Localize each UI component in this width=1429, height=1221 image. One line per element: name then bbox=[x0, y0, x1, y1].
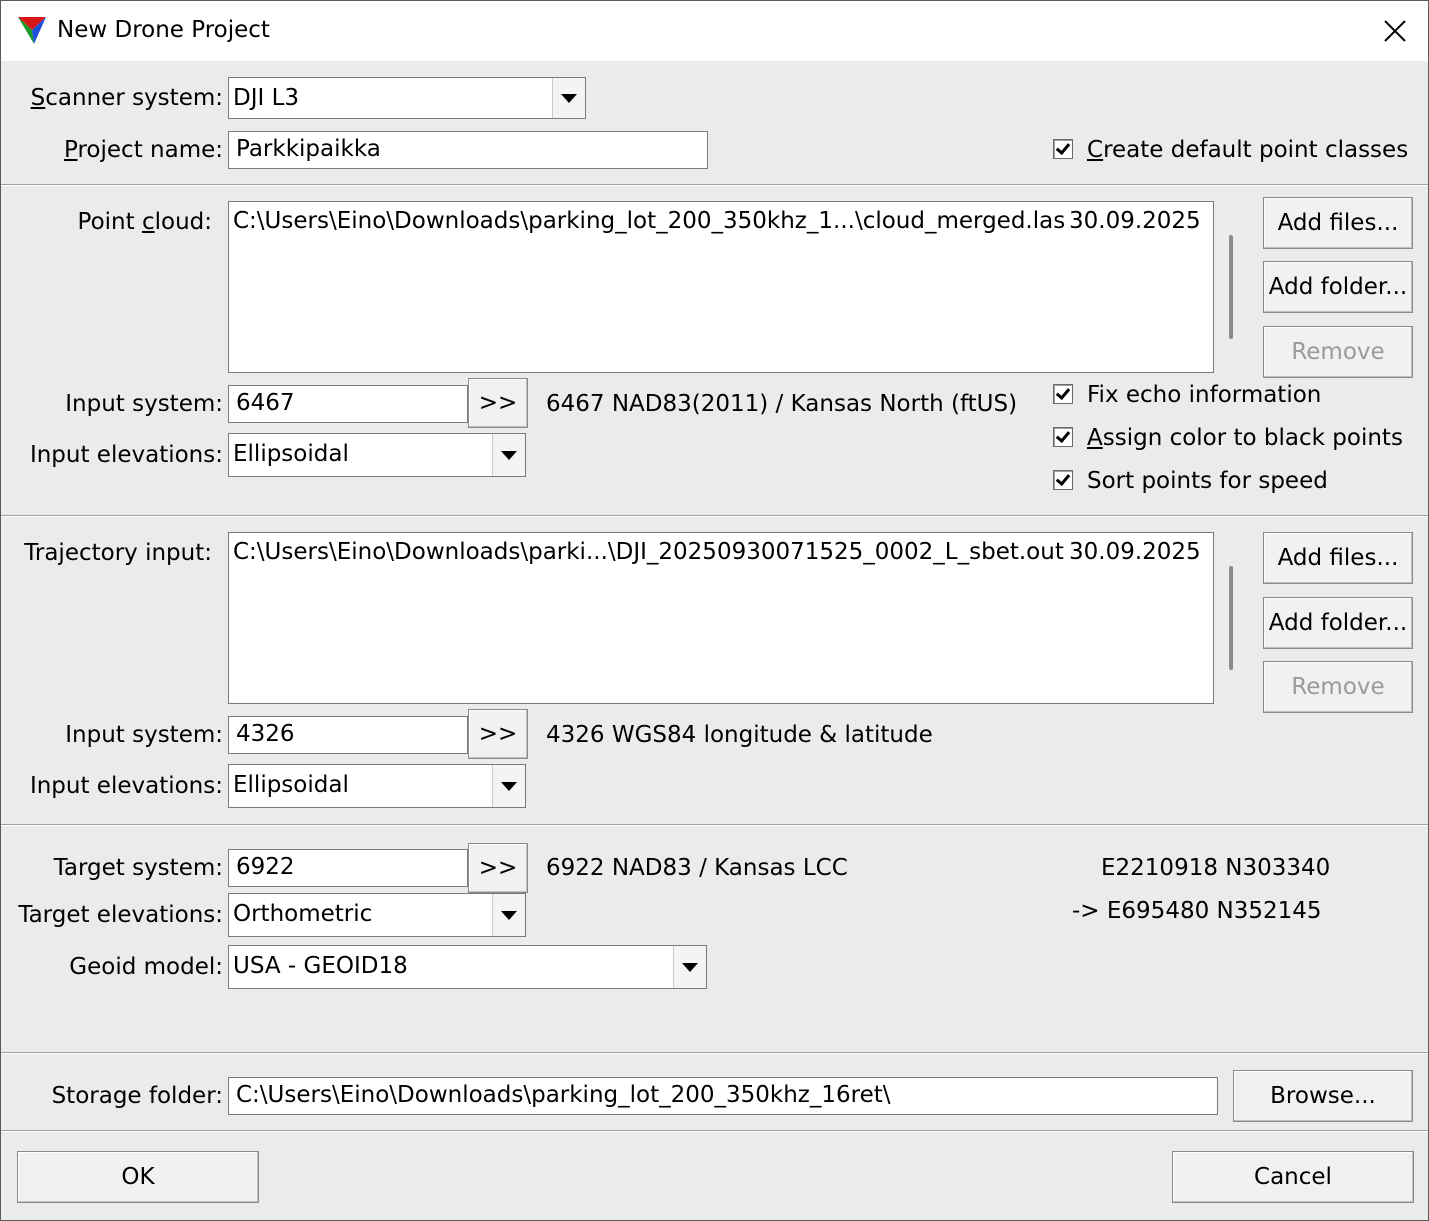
remove-button[interactable]: Remove bbox=[1263, 326, 1413, 378]
input-system-description: 4326 WGS84 longitude & latitude bbox=[546, 722, 933, 748]
input-elevations-label: Input elevations: bbox=[29, 773, 223, 799]
input-system-description: 6467 NAD83(2011) / Kansas North (ftUS) bbox=[546, 391, 1018, 417]
close-icon[interactable] bbox=[1375, 13, 1415, 49]
chevron-down-icon[interactable] bbox=[492, 765, 525, 807]
trajectory-input-label: Trajectory input: bbox=[24, 540, 212, 566]
geoid-model-select[interactable]: USA - GEOID18 bbox=[228, 945, 707, 989]
input-elevations-select[interactable]: Ellipsoidal bbox=[228, 433, 526, 477]
target-system-description: 6922 NAD83 / Kansas LCC bbox=[546, 855, 848, 881]
pick-system-button[interactable]: >> bbox=[468, 709, 528, 759]
browse-button[interactable]: Browse... bbox=[1233, 1070, 1413, 1122]
geoid-model-value: USA - GEOID18 bbox=[233, 953, 408, 979]
window-title: New Drone Project bbox=[57, 17, 270, 43]
scrollbar[interactable] bbox=[1214, 532, 1248, 704]
ok-button[interactable]: OK bbox=[17, 1151, 259, 1203]
cancel-button[interactable]: Cancel bbox=[1172, 1151, 1414, 1203]
input-system-field[interactable]: 6467 bbox=[228, 385, 468, 423]
fix-echo-label: Fix echo information bbox=[1087, 382, 1322, 408]
point-cloud-label: Point cloud: bbox=[77, 209, 212, 235]
add-folder-button[interactable]: Add folder... bbox=[1263, 597, 1413, 649]
point-cloud-file-list[interactable]: C:\Users\Eino\Downloads\parking_lot_200_… bbox=[228, 201, 1214, 373]
add-folder-button[interactable]: Add folder... bbox=[1263, 261, 1413, 313]
input-elevations-value: Ellipsoidal bbox=[233, 441, 349, 467]
sort-points-label: Sort points for speed bbox=[1087, 468, 1328, 494]
target-system-label: Target system: bbox=[53, 855, 223, 881]
chevron-down-icon[interactable] bbox=[673, 946, 706, 988]
input-elevations-select[interactable]: Ellipsoidal bbox=[228, 764, 526, 808]
create-default-classes-label: Create default point classes bbox=[1087, 137, 1409, 163]
coordinate-readout-target: -> E695480 N352145 bbox=[1072, 898, 1322, 924]
target-system-field[interactable]: 6922 bbox=[228, 849, 468, 887]
scrollbar-thumb[interactable] bbox=[1229, 566, 1233, 670]
target-elevations-value: Orthometric bbox=[233, 901, 373, 927]
list-item[interactable]: C:\Users\Eino\Downloads\parking_lot_200_… bbox=[233, 208, 1201, 234]
input-system-label: Input system: bbox=[65, 391, 223, 417]
scanner-system-label: Scanner system: bbox=[30, 85, 223, 111]
create-default-classes-checkbox[interactable] bbox=[1053, 139, 1073, 159]
storage-folder-field[interactable]: C:\Users\Eino\Downloads\parking_lot_200_… bbox=[228, 1077, 1218, 1115]
add-files-button[interactable]: Add files... bbox=[1263, 532, 1413, 584]
geoid-model-label: Geoid model: bbox=[69, 954, 223, 980]
app-logo-icon bbox=[18, 17, 46, 44]
list-item[interactable]: C:\Users\Eino\Downloads\parki...\DJI_202… bbox=[233, 539, 1201, 565]
divider bbox=[1, 1052, 1428, 1054]
target-elevations-select[interactable]: Orthometric bbox=[228, 893, 526, 937]
chevron-down-icon[interactable] bbox=[552, 78, 585, 118]
scanner-system-select[interactable]: DJI L3 bbox=[228, 77, 586, 119]
file-path: C:\Users\Eino\Downloads\parking_lot_200_… bbox=[233, 208, 1066, 234]
storage-folder-label: Storage folder: bbox=[51, 1083, 223, 1109]
target-elevations-label: Target elevations: bbox=[18, 902, 223, 928]
scanner-system-value: DJI L3 bbox=[233, 85, 300, 111]
chevron-down-icon[interactable] bbox=[492, 894, 525, 936]
trajectory-file-list[interactable]: C:\Users\Eino\Downloads\parki...\DJI_202… bbox=[228, 532, 1214, 704]
remove-button[interactable]: Remove bbox=[1263, 661, 1413, 713]
scrollbar[interactable] bbox=[1214, 201, 1248, 373]
divider bbox=[1, 515, 1428, 517]
input-system-label: Input system: bbox=[65, 722, 223, 748]
project-name-field[interactable]: Parkkipaikka bbox=[228, 131, 708, 169]
new-drone-project-dialog: New Drone Project Scanner system: DJI L3… bbox=[0, 0, 1429, 1221]
scrollbar-thumb[interactable] bbox=[1229, 235, 1233, 339]
chevron-down-icon[interactable] bbox=[492, 434, 525, 476]
fix-echo-checkbox[interactable] bbox=[1053, 384, 1073, 404]
file-date: 30.09.2025 bbox=[1069, 539, 1201, 565]
sort-points-checkbox[interactable] bbox=[1053, 470, 1073, 490]
divider bbox=[1, 824, 1428, 826]
divider bbox=[1, 184, 1428, 186]
pick-system-button[interactable]: >> bbox=[468, 843, 528, 893]
add-files-button[interactable]: Add files... bbox=[1263, 197, 1413, 249]
file-path: C:\Users\Eino\Downloads\parki...\DJI_202… bbox=[233, 539, 1064, 565]
title-bar[interactable]: New Drone Project bbox=[1, 1, 1428, 61]
input-elevations-value: Ellipsoidal bbox=[233, 772, 349, 798]
coordinate-readout-source: E2210918 N303340 bbox=[1101, 855, 1331, 881]
input-elevations-label: Input elevations: bbox=[29, 442, 223, 468]
divider bbox=[1, 1130, 1428, 1132]
pick-system-button[interactable]: >> bbox=[468, 378, 528, 428]
file-date: 30.09.2025 bbox=[1069, 208, 1201, 234]
assign-color-checkbox[interactable] bbox=[1053, 427, 1073, 447]
project-name-label: Project name: bbox=[64, 137, 223, 163]
assign-color-label: Assign color to black points bbox=[1087, 425, 1403, 451]
input-system-field[interactable]: 4326 bbox=[228, 716, 468, 754]
